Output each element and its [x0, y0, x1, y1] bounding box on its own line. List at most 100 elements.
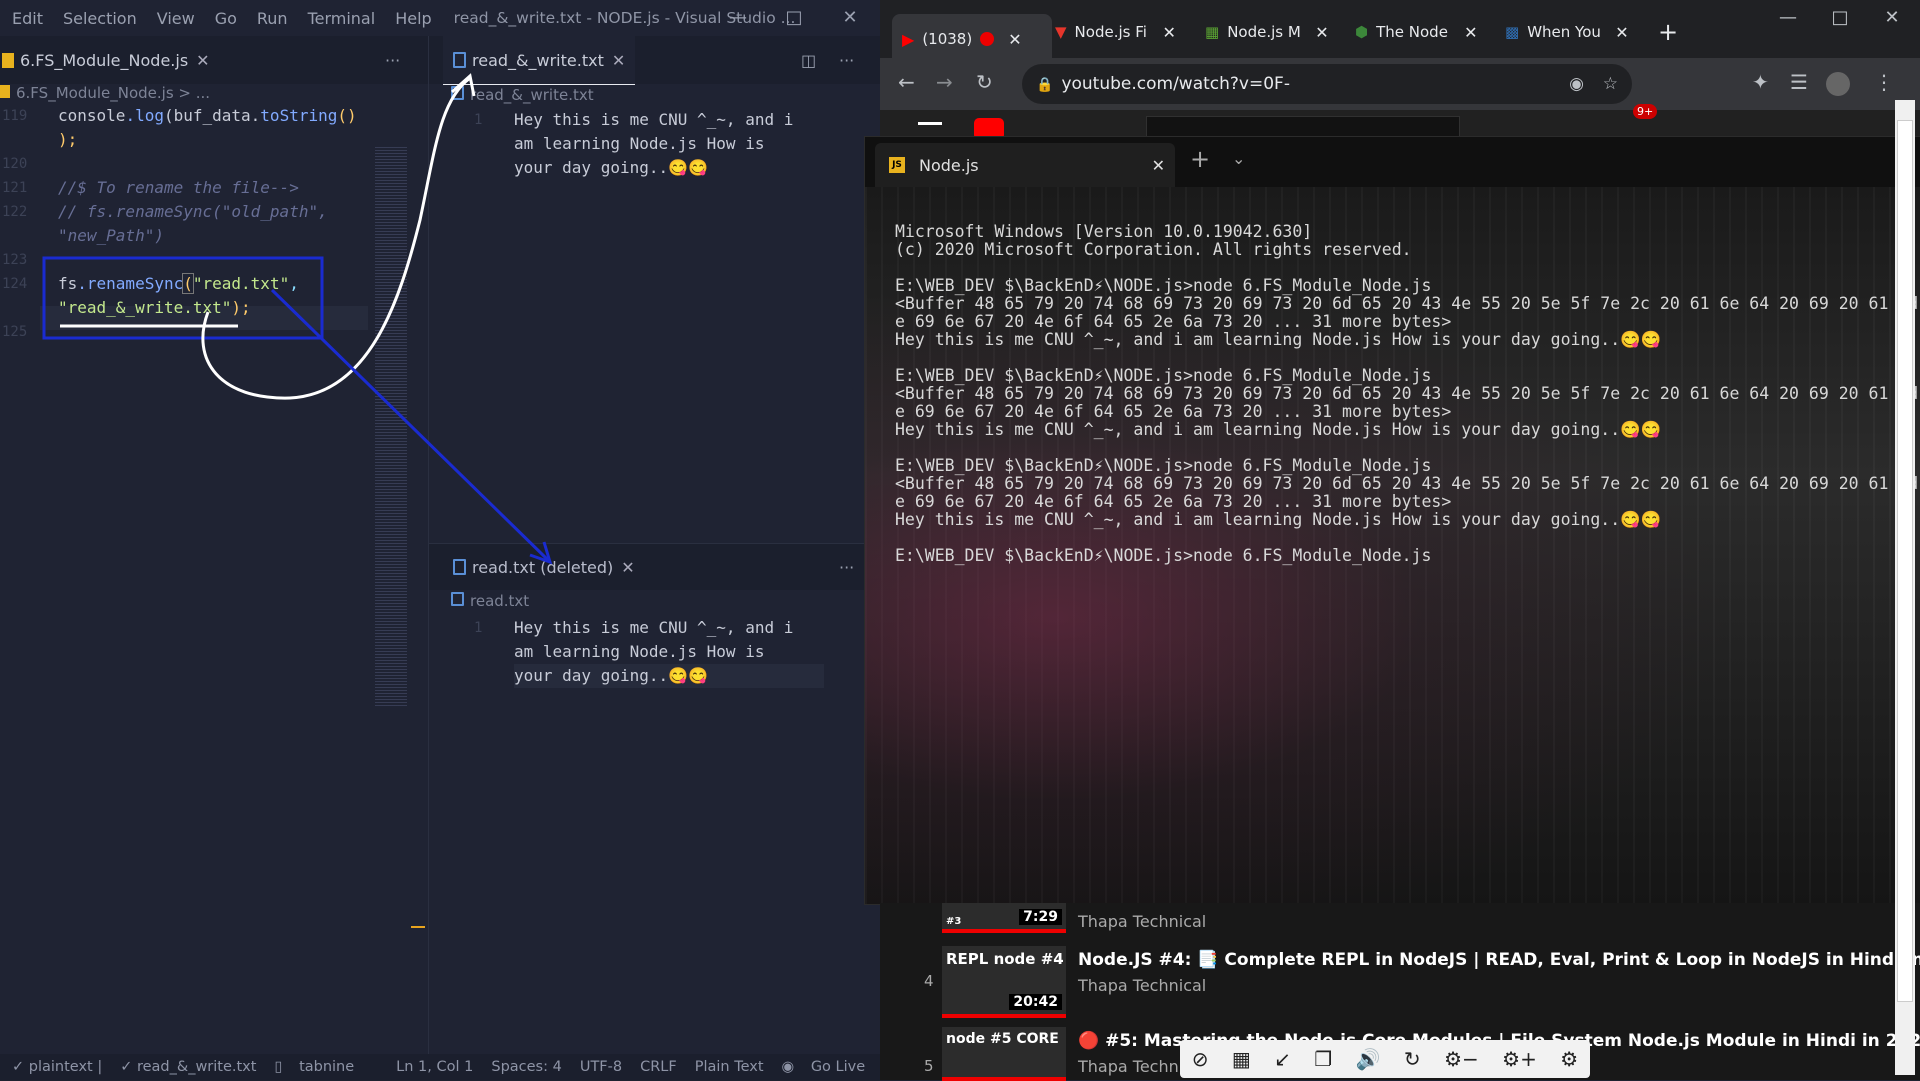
menu-terminal[interactable]: Terminal [308, 9, 376, 28]
menu-icon[interactable]: ⋮ [1874, 70, 1894, 94]
settings-icon[interactable]: ⚙ [1560, 1047, 1578, 1071]
frames-icon[interactable]: ▦ [1232, 1047, 1251, 1071]
status-tabnine[interactable]: ▯ tabnine [274, 1059, 360, 1075]
text-line[interactable]: am learning Node.js How is [514, 640, 764, 664]
tab-close-icon[interactable]: ✕ [1464, 23, 1477, 42]
status-language[interactable]: Plain Text [695, 1059, 764, 1075]
breadcrumb[interactable]: read_&_write.txt [451, 86, 594, 104]
channel-name[interactable]: Thapa Technic [1078, 1057, 1192, 1076]
chrome-tab-youtube[interactable]: ▶ (1038) ✕ [892, 14, 1052, 64]
new-tab-button[interactable]: + [1658, 14, 1678, 50]
menu-view[interactable]: View [157, 9, 195, 28]
breadcrumb[interactable]: 6.FS_Module_Node.js > ... [0, 84, 210, 102]
minimize-button[interactable]: — [710, 0, 766, 36]
speed-up-icon[interactable]: ⚙+ [1502, 1047, 1537, 1071]
video-thumbnail[interactable]: REPL node #4 20:42 [942, 946, 1066, 1018]
text-line[interactable]: am learning Node.js How is [514, 132, 764, 156]
tab-close-icon[interactable]: ✕ [196, 51, 209, 70]
code-line-124[interactable]: fs.renameSync("read.txt", [58, 272, 299, 296]
chrome-tab-2[interactable]: ▼ Node.js Fi ✕ [1055, 14, 1195, 50]
hamburger-icon[interactable] [918, 122, 942, 125]
minimize-button[interactable]: — [1760, 0, 1816, 36]
split-editor-icon[interactable]: ◫ [801, 36, 816, 84]
menu-help[interactable]: Help [395, 9, 431, 28]
close-button[interactable]: ✕ [822, 0, 878, 36]
menu-selection[interactable]: Selection [63, 9, 137, 28]
reload-icon[interactable]: ↻ [1404, 1047, 1421, 1071]
reload-icon[interactable]: ↻ [976, 70, 993, 94]
scrollbar-thumb[interactable] [1897, 120, 1913, 1002]
text-line[interactable]: Hey this is me CNU ^_~, and i [514, 108, 793, 132]
more-actions-icon[interactable]: ··· [839, 544, 854, 590]
text-line[interactable]: your day going..😋😋 [514, 664, 824, 688]
tab-close-icon[interactable]: ✕ [612, 51, 625, 70]
code-comment[interactable]: "new_Path") [58, 224, 164, 248]
tab-read-write[interactable]: read_&_write.txt ✕ [443, 36, 636, 85]
status-spaces[interactable]: Spaces: 4 [491, 1059, 561, 1075]
tab-close-icon[interactable]: ✕ [1008, 30, 1021, 49]
star-icon[interactable]: ☆ [1603, 64, 1618, 104]
code-line-124-wrap[interactable]: "read_&_write.txt"); [58, 296, 251, 320]
tab-close-icon[interactable]: ✕ [1315, 23, 1328, 42]
code-line-119[interactable]: console.log(buf_data.toString() [58, 104, 357, 128]
channel-name[interactable]: Thapa Technical [1078, 976, 1206, 995]
terminal-tab[interactable]: JS Node.js ✕ [875, 143, 1175, 187]
status-encoding[interactable]: UTF-8 [580, 1059, 622, 1075]
text-line[interactable]: your day going..😋😋 [514, 156, 708, 180]
video-title[interactable]: Node.JS #4: 📑 Complete REPL in NodeJS | … [1078, 950, 1920, 970]
chrome-tab-4[interactable]: ⬢ The Node ✕ [1355, 14, 1495, 50]
menu-go[interactable]: Go [215, 9, 237, 28]
chevron-down-icon[interactable]: ⌄ [1232, 149, 1245, 168]
terminal-line: <Buffer 48 65 79 20 74 68 69 73 20 69 73… [895, 384, 1919, 403]
back-icon[interactable]: ← [898, 70, 915, 94]
maximize-button[interactable]: □ [766, 0, 822, 36]
code-line-119-wrap[interactable]: ); [58, 128, 77, 152]
maximize-button[interactable]: □ [1812, 0, 1868, 36]
code-comment[interactable]: // fs.renameSync("old_path", [58, 200, 328, 224]
terminal-line: Microsoft Windows [Version 10.0.19042.63… [895, 222, 1313, 241]
disable-icon[interactable]: ⊘ [1192, 1047, 1209, 1071]
video-thumbnail[interactable]: node #5 CORE [942, 1027, 1066, 1081]
close-button[interactable]: ✕ [1864, 0, 1920, 36]
tab-read-deleted[interactable]: read.txt (deleted) ✕ [443, 544, 645, 590]
minimap[interactable] [375, 146, 407, 706]
line-number: 124 [2, 276, 28, 292]
code-comment[interactable]: //$ To rename the file--> [58, 176, 299, 200]
video-thumbnail[interactable]: #3 7:29 [942, 903, 1066, 933]
status-eol[interactable]: CRLF [640, 1059, 677, 1075]
txt-file-icon [453, 52, 466, 68]
chrome-tab-5[interactable]: ▩ When You ✕ [1505, 14, 1645, 50]
status-lang-mode[interactable]: ✓ plaintext | [12, 1059, 102, 1075]
speed-down-icon[interactable]: ⚙− [1444, 1047, 1479, 1071]
menu-edit[interactable]: Edit [12, 9, 43, 28]
site-icon: ▦ [1205, 23, 1220, 41]
menu-run[interactable]: Run [257, 9, 288, 28]
media-queue-icon[interactable]: ☰ [1790, 70, 1808, 94]
status-position[interactable]: Ln 1, Col 1 [396, 1059, 473, 1075]
status-file[interactable]: ✓ read_&_write.txt [120, 1059, 256, 1075]
youtube-icon: ▶ [902, 29, 915, 49]
tab-fs-module[interactable]: 6.FS_Module_Node.js ✕ [0, 36, 210, 84]
forward-icon[interactable]: → [936, 70, 953, 94]
avatar[interactable] [1826, 72, 1850, 96]
tab-close-icon[interactable]: ✕ [621, 558, 634, 577]
extensions-icon[interactable]: ✦ [1752, 70, 1769, 94]
channel-name[interactable]: Thapa Technical [1078, 912, 1206, 931]
right-editor-group: read_&_write.txt ✕ ◫ ··· read_&_write.tx… [428, 36, 880, 1066]
volume-icon[interactable]: 🔊 [1356, 1047, 1381, 1071]
breadcrumb[interactable]: read.txt [451, 592, 529, 610]
more-actions-icon[interactable]: ··· [839, 36, 854, 84]
tab-close-icon[interactable]: ✕ [1163, 23, 1176, 42]
more-actions-icon[interactable]: ··· [385, 36, 400, 84]
copy-icon[interactable]: ❐ [1314, 1047, 1332, 1071]
tab-close-icon[interactable]: ✕ [1152, 156, 1165, 175]
shrink-icon[interactable]: ↙ [1274, 1047, 1291, 1071]
address-bar[interactable]: 🔒youtube.com/watch?v=0F-nudTm5EU&list=PL… [1022, 64, 1632, 135]
new-terminal-tab-button[interactable]: + [1190, 145, 1210, 173]
tab-close-icon[interactable]: ✕ [1615, 23, 1628, 42]
text-line[interactable]: Hey this is me CNU ^_~, and i [514, 616, 793, 640]
status-golive[interactable]: ◉ Go Live [782, 1059, 872, 1075]
chrome-tab-3[interactable]: ▦ Node.js M ✕ [1205, 14, 1345, 50]
page-scrollbar[interactable] [1895, 100, 1915, 1075]
eye-off-icon[interactable]: ◉ [1569, 64, 1584, 104]
